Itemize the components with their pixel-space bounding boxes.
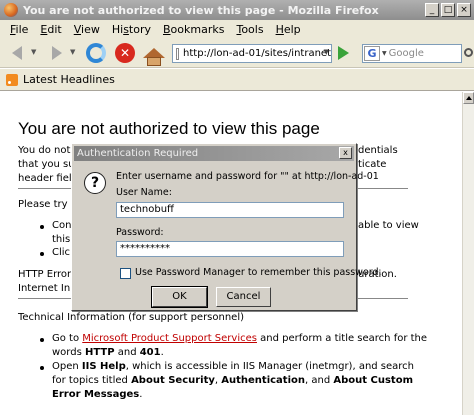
suggestion-text: Con <box>52 220 72 231</box>
menu-view[interactable]: View <box>68 23 106 36</box>
close-button[interactable]: × <box>457 3 471 17</box>
forward-arrow-icon <box>52 46 62 60</box>
page-title: You are not authorized to view this page <box>18 119 320 138</box>
back-arrow-icon <box>12 46 22 60</box>
question-icon: ? <box>84 172 106 194</box>
error-text: dentials <box>358 145 398 156</box>
navigation-toolbar: ▼ ▼ ✕ http://lon-ad-01/sites/intranet ▼ … <box>0 38 474 68</box>
suggestion-text: Clic <box>52 247 71 258</box>
bullet <box>40 366 44 370</box>
menu-file[interactable]: File <box>4 23 34 36</box>
scroll-up-icon[interactable] <box>463 92 474 104</box>
dialog-title: Authentication Required <box>77 148 199 159</box>
remember-password-checkbox[interactable] <box>120 268 131 279</box>
stop-icon: ✕ <box>115 43 135 63</box>
window-title: You are not authorized to view this page… <box>23 3 379 17</box>
window-titlebar: You are not authorized to view this page… <box>0 0 474 20</box>
password-field[interactable]: ********** <box>116 241 344 257</box>
http-error-text: HTTP Error <box>18 269 72 280</box>
reload-icon <box>86 43 106 63</box>
ok-button[interactable]: OK <box>151 286 208 308</box>
bookmark-latest-headlines[interactable]: Latest Headlines <box>23 73 115 86</box>
firefox-logo-icon <box>4 3 18 17</box>
tech-bullet-1: Go to Microsoft Product Support Services… <box>52 333 428 344</box>
url-text[interactable]: http://lon-ad-01/sites/intranet <box>183 48 331 59</box>
internet-info-text: Internet In <box>18 283 71 294</box>
microsoft-support-link[interactable]: Microsoft Product Support Services <box>82 333 257 344</box>
back-button[interactable] <box>6 42 28 64</box>
home-icon-body <box>147 57 161 66</box>
search-placeholder[interactable]: Google <box>389 48 424 59</box>
tech-bullet-2: Open IIS Help, which is accessible in II… <box>52 361 415 372</box>
url-bar[interactable]: http://lon-ad-01/sites/intranet ▼ <box>172 44 332 63</box>
please-try-text: Please try <box>18 199 68 210</box>
menu-bar: File Edit View History Bookmarks Tools H… <box>0 20 474 38</box>
error-text: ticate <box>358 159 387 170</box>
username-label: User Name: <box>116 187 172 198</box>
engine-dropdown-icon[interactable]: ▼ <box>382 50 387 57</box>
google-engine-icon[interactable]: G <box>364 46 380 61</box>
remember-password-label[interactable]: Use Password Manager to remember this pa… <box>135 267 382 278</box>
tech-bullet-1-line2: words HTTP and 401. <box>52 347 164 358</box>
menu-help[interactable]: Help <box>270 23 307 36</box>
stop-button[interactable]: ✕ <box>114 42 136 64</box>
page-icon <box>176 47 180 60</box>
window-controls: _ □ × <box>425 3 471 17</box>
tech-bullet-2-line2: for topics titled About Security, Authen… <box>52 375 414 386</box>
authentication-dialog: Authentication Required x ? Enter userna… <box>71 143 382 311</box>
maximize-button[interactable]: □ <box>441 3 455 17</box>
dialog-close-button[interactable]: x <box>339 147 352 159</box>
error-text: header fiel <box>18 173 72 184</box>
bullet <box>40 225 44 229</box>
suggestion-text: able to view <box>358 220 419 231</box>
vertical-scrollbar[interactable] <box>462 92 474 415</box>
go-arrow-icon[interactable] <box>338 46 349 60</box>
rss-feed-icon <box>6 73 18 86</box>
bullet <box>40 338 44 342</box>
url-dropdown-icon[interactable]: ▼ <box>324 48 329 56</box>
cancel-button[interactable]: Cancel <box>216 287 271 307</box>
password-label: Password: <box>116 227 164 238</box>
bullet <box>40 252 44 256</box>
username-field[interactable]: technobuff <box>116 202 344 218</box>
tech-bullet-2-line3: Error Messages. <box>52 389 143 400</box>
search-box[interactable]: G ▼ Google <box>362 44 462 63</box>
back-history-dropdown-icon[interactable]: ▼ <box>31 48 36 56</box>
minimize-button[interactable]: _ <box>425 3 439 17</box>
suggestion-text: this <box>52 234 71 245</box>
reload-button[interactable] <box>85 42 107 64</box>
bookmarks-toolbar: Latest Headlines <box>0 69 474 91</box>
technical-info-heading: Technical Information (for support perso… <box>18 312 245 323</box>
error-text: You do not <box>18 145 71 156</box>
menu-edit[interactable]: Edit <box>34 23 67 36</box>
error-text: that you su <box>18 159 75 170</box>
search-icon[interactable] <box>464 48 473 57</box>
dialog-message: Enter username and password for "" at ht… <box>116 171 379 182</box>
menu-bookmarks[interactable]: Bookmarks <box>157 23 230 36</box>
forward-history-dropdown-icon[interactable]: ▼ <box>70 48 75 56</box>
menu-tools[interactable]: Tools <box>230 23 269 36</box>
menu-history[interactable]: History <box>106 23 157 36</box>
dialog-titlebar: Authentication Required x <box>74 146 354 161</box>
forward-button[interactable] <box>46 42 68 64</box>
